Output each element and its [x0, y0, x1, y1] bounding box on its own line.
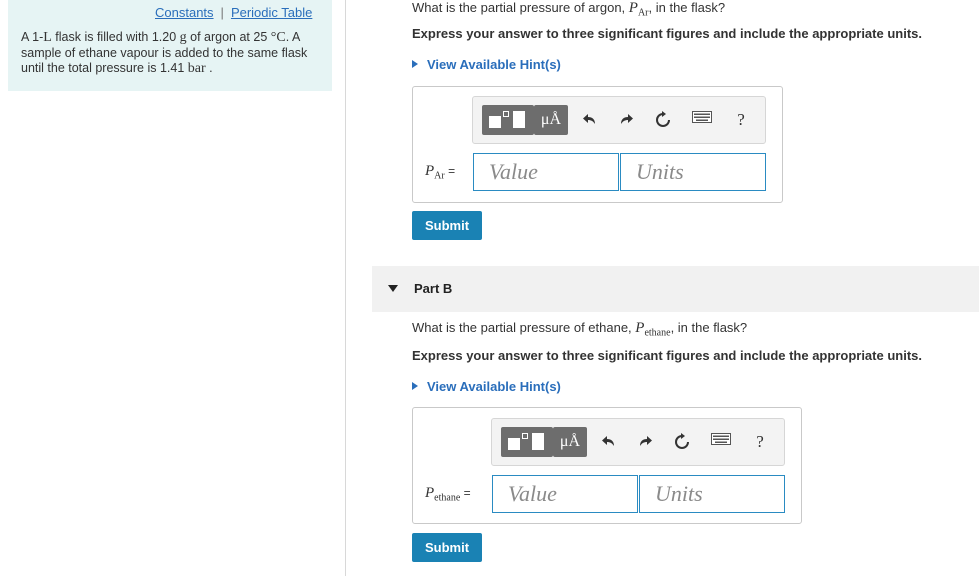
reset-icon[interactable]	[671, 431, 693, 453]
templates-icon[interactable]	[482, 105, 534, 135]
part-b-value-input[interactable]: Value	[492, 475, 638, 513]
part-b-units-input[interactable]: Units	[639, 475, 785, 513]
periodic-table-link[interactable]: Periodic Table	[231, 5, 312, 20]
math-toolbar: μÅ ?	[491, 418, 785, 466]
units-icon[interactable]: μÅ	[553, 427, 587, 457]
part-b-hint-toggle[interactable]: View Available Hint(s)	[412, 379, 561, 394]
collapse-arrow-icon	[388, 285, 398, 292]
part-a-instructions: Express your answer to three significant…	[412, 26, 922, 41]
problem-panel: Constants | Periodic Table A 1-L flask is …	[8, 0, 332, 91]
link-separator: |	[220, 5, 224, 20]
undo-icon[interactable]	[579, 109, 601, 131]
part-b-title: Part B	[414, 281, 453, 296]
part-b-answer-box: μÅ ? Pethane = Value Units	[412, 407, 802, 524]
redo-icon[interactable]	[634, 431, 656, 453]
expand-arrow-icon	[412, 382, 418, 390]
part-b-instructions: Express your answer to three significant…	[412, 348, 922, 363]
part-a-hint-toggle[interactable]: View Available Hint(s)	[412, 57, 561, 72]
reference-links: Constants | Periodic Table	[155, 5, 312, 20]
units-icon[interactable]: μÅ	[534, 105, 568, 135]
part-b-answer-label: Pethane =	[425, 485, 471, 504]
part-a-answer-label: PAr =	[425, 163, 456, 182]
constants-link[interactable]: Constants	[155, 5, 214, 20]
undo-icon[interactable]	[598, 431, 620, 453]
problem-statement: A 1-L flask is filled with 1.20 g of arg…	[21, 30, 308, 76]
part-a-question: What is the partial pressure of argon, P…	[412, 0, 726, 19]
part-b-header[interactable]: Part B	[372, 266, 979, 312]
keyboard-icon[interactable]	[691, 109, 713, 131]
part-b-submit-button[interactable]: Submit	[412, 533, 482, 562]
help-icon[interactable]: ?	[749, 431, 771, 453]
help-icon[interactable]: ?	[730, 109, 752, 131]
redo-icon[interactable]	[615, 109, 637, 131]
expand-arrow-icon	[412, 60, 418, 68]
part-a-units-input[interactable]: Units	[620, 153, 766, 191]
part-a-value-input[interactable]: Value	[473, 153, 619, 191]
part-a-answer-box: μÅ ? PAr = Value Units	[412, 86, 783, 203]
templates-icon[interactable]	[501, 427, 553, 457]
keyboard-icon[interactable]	[710, 431, 732, 453]
part-b-question: What is the partial pressure of ethane, …	[412, 320, 748, 339]
part-a-submit-button[interactable]: Submit	[412, 211, 482, 240]
column-divider	[345, 0, 346, 576]
reset-icon[interactable]	[652, 109, 674, 131]
math-toolbar: μÅ ?	[472, 96, 766, 144]
